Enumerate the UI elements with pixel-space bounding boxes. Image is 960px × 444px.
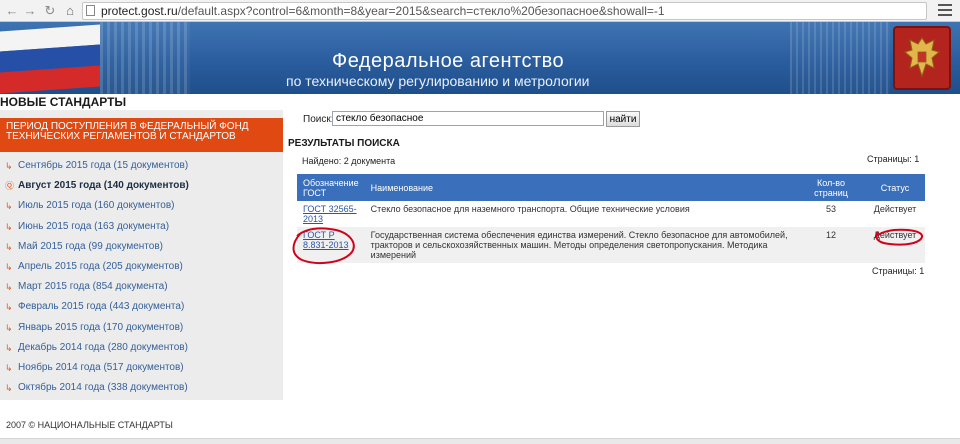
arrow-bullet-icon: ↳ bbox=[5, 383, 13, 394]
hamburger-menu-icon[interactable] bbox=[938, 4, 952, 18]
results-heading: РЕЗУЛЬТАТЫ ПОИСКА bbox=[288, 138, 400, 149]
sidebar-item-label: Февраль 2015 года (443 документа) bbox=[18, 301, 185, 313]
coat-of-arms-icon bbox=[893, 26, 951, 90]
sidebar-period-list: ↳ Сентябрь 2015 года (15 документов) Ⓠ Авгу… bbox=[0, 156, 283, 398]
sidebar-item[interactable]: ↳ Апрель 2015 года (205 документов) bbox=[0, 257, 283, 277]
arrow-bullet-icon: ↳ bbox=[5, 241, 13, 252]
active-marker-icon: Ⓠ bbox=[5, 181, 15, 192]
sidebar-item[interactable]: ↳ Октябрь 2014 года (338 документов) bbox=[0, 378, 283, 398]
sidebar-item-label: Ноябрь 2014 года (517 документов) bbox=[18, 361, 184, 373]
browser-toolbar: ← → ↻ ⌂ protect.gost.ru/default.aspx?con… bbox=[0, 0, 960, 22]
table-header-row: Обозначение ГОСТ Наименование Кол-во стр… bbox=[297, 174, 925, 201]
forward-arrow-icon[interactable]: → bbox=[22, 3, 38, 19]
arrow-bullet-icon: ↳ bbox=[5, 302, 13, 313]
column-header-code: Обозначение ГОСТ bbox=[297, 174, 365, 201]
sidebar-item[interactable]: Ⓠ Август 2015 года (140 документов) bbox=[0, 176, 283, 196]
table-row: ГОСТ 32565-2013 Стекло безопасное для наз… bbox=[297, 201, 925, 227]
cell-name: Стекло безопасное для наземного транспор… bbox=[364, 201, 797, 227]
sidebar-item-label: Август 2015 года (140 документов) bbox=[18, 180, 189, 192]
cell-code: ГОСТ Р 8.831-2013 bbox=[297, 227, 365, 263]
sidebar-item-label: Июль 2015 года (160 документов) bbox=[18, 200, 175, 212]
reload-icon[interactable]: ↻ bbox=[42, 3, 58, 19]
sidebar-item-label: Март 2015 года (854 документа) bbox=[18, 281, 168, 293]
address-bar[interactable]: protect.gost.ru/default.aspx?control=6&m… bbox=[82, 2, 927, 20]
arrow-bullet-icon: ↳ bbox=[5, 362, 13, 373]
found-count: Найдено: 2 документа bbox=[302, 156, 396, 166]
sidebar-item[interactable]: ↳ Февраль 2015 года (443 документа) bbox=[0, 297, 283, 317]
sidebar-item-label: Май 2015 года (99 документов) bbox=[18, 240, 163, 252]
cell-pages: 12 bbox=[797, 227, 865, 263]
sidebar-item[interactable]: ↳ Июль 2015 года (160 документов) bbox=[0, 196, 283, 216]
pagination-bottom: Страницы: 1 bbox=[872, 266, 925, 276]
sidebar-item[interactable]: ↳ Март 2015 года (854 документа) bbox=[0, 277, 283, 297]
page-icon bbox=[86, 5, 95, 16]
arrow-bullet-icon: ↳ bbox=[5, 322, 13, 333]
gost-code-link[interactable]: ГОСТ 32565-2013 bbox=[303, 204, 357, 224]
table-row: ГОСТ Р 8.831-2013 Государственная система… bbox=[297, 227, 925, 263]
back-arrow-icon[interactable]: ← bbox=[4, 3, 20, 19]
cell-status: Действует bbox=[865, 201, 925, 227]
cell-pages: 53 bbox=[797, 201, 865, 227]
cell-status: Действует bbox=[865, 227, 925, 263]
building-decoration-right bbox=[790, 22, 890, 94]
sidebar-item[interactable]: ↳ Ноябрь 2014 года (517 документов) bbox=[0, 358, 283, 378]
sidebar-item-label: Декабрь 2014 года (280 документов) bbox=[18, 341, 188, 353]
search-button[interactable]: найти bbox=[606, 111, 640, 127]
cell-code: ГОСТ 32565-2013 bbox=[297, 201, 365, 227]
sidebar-item-label: Сентябрь 2015 года (15 документов) bbox=[18, 160, 189, 171]
sidebar-item[interactable]: ↳ Июнь 2015 года (163 документа) bbox=[0, 217, 283, 237]
search-label: Поиск: bbox=[303, 114, 334, 125]
sidebar-item[interactable]: ↳ Май 2015 года (99 документов) bbox=[0, 237, 283, 257]
arrow-bullet-icon: ↳ bbox=[5, 342, 13, 353]
pagination-top: Страницы: 1 bbox=[867, 154, 920, 164]
arrow-bullet-icon: ↳ bbox=[5, 161, 13, 171]
site-banner: Федеральное агентство по техническому ре… bbox=[0, 22, 960, 94]
arrow-bullet-icon: ↳ bbox=[5, 282, 13, 293]
sidebar-header: ПЕРИОД ПОСТУПЛЕНИЯ В ФЕДЕРАЛЬНЫЙ ФОНД ТЕ… bbox=[0, 118, 283, 152]
sidebar-item[interactable]: ↳ Декабрь 2014 года (280 документов) bbox=[0, 338, 283, 358]
cell-name: Государственная система обеспечения един… bbox=[364, 227, 797, 263]
building-decoration bbox=[100, 22, 190, 94]
sidebar-item[interactable]: ↳ Сентябрь 2015 года (15 документов) bbox=[0, 156, 283, 176]
arrow-bullet-icon: ↳ bbox=[5, 221, 13, 232]
arrow-bullet-icon: ↳ bbox=[5, 261, 13, 272]
russian-flag-icon bbox=[0, 24, 100, 94]
column-header-status: Статус bbox=[865, 174, 925, 201]
sidebar-item[interactable]: ↳ Январь 2015 года (170 документов) bbox=[0, 318, 283, 338]
sidebar: ПЕРИОД ПОСТУПЛЕНИЯ В ФЕДЕРАЛЬНЫЙ ФОНД ТЕ… bbox=[0, 110, 283, 400]
url-host: protect.gost.ru bbox=[101, 4, 178, 18]
search-input[interactable] bbox=[332, 111, 604, 126]
sidebar-item-label: Октябрь 2014 года (338 документов) bbox=[18, 382, 188, 394]
home-icon[interactable]: ⌂ bbox=[62, 3, 78, 19]
bottom-scrollbar[interactable] bbox=[0, 438, 960, 444]
sidebar-item-label: Январь 2015 года (170 документов) bbox=[18, 321, 184, 333]
sidebar-item-label: Апрель 2015 года (205 документов) bbox=[18, 260, 183, 272]
footer-copyright: 2007 © НАЦИОНАЛЬНЫЕ СТАНДАРТЫ bbox=[6, 420, 173, 430]
section-heading: НОВЫЕ СТАНДАРТЫ bbox=[0, 95, 127, 109]
arrow-bullet-icon: ↳ bbox=[5, 201, 13, 212]
sidebar-item-label: Июнь 2015 года (163 документа) bbox=[18, 220, 170, 232]
banner-title: Федеральное агентство bbox=[332, 50, 565, 72]
column-header-name: Наименование bbox=[364, 174, 797, 201]
gost-code-link[interactable]: ГОСТ Р 8.831-2013 bbox=[303, 230, 349, 250]
column-header-pages: Кол-во страниц bbox=[797, 174, 865, 201]
results-table: Обозначение ГОСТ Наименование Кол-во стр… bbox=[297, 174, 925, 263]
url-path: /default.aspx?control=6&month=8&year=201… bbox=[177, 4, 665, 18]
banner-subtitle: по техническому регулированию и метролог… bbox=[286, 73, 590, 89]
